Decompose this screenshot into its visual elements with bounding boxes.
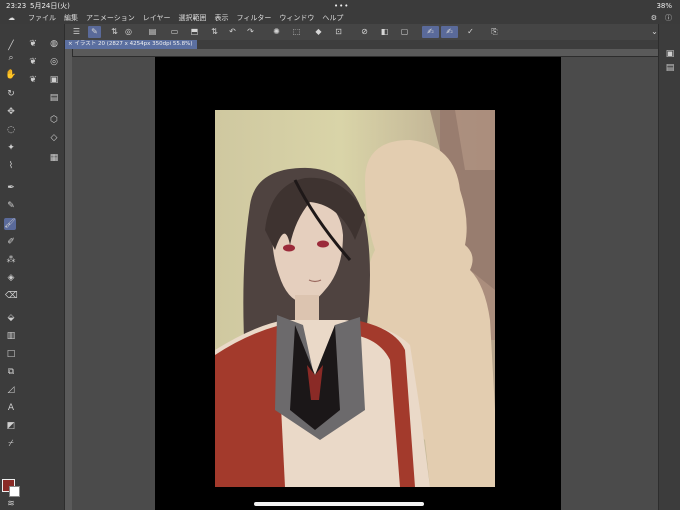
ios-status-bar: 23:23 5月24日(火) ••• 38% xyxy=(0,0,680,12)
eraser-icon[interactable]: ⌫ xyxy=(5,290,18,302)
new-file-icon[interactable]: ▤ xyxy=(146,26,159,38)
correct-line-icon[interactable]: ⌿ xyxy=(5,438,17,450)
sub-tool-2-icon[interactable]: ❦ xyxy=(27,56,39,68)
transparent-color-icon[interactable]: ≋ xyxy=(5,498,17,510)
blend-icon[interactable]: ◈ xyxy=(5,272,17,284)
sub-view-icon[interactable]: ▤ xyxy=(664,62,676,74)
undo-icon[interactable]: ↶ xyxy=(226,26,239,38)
sub-tool-1-icon[interactable]: ❦ xyxy=(27,38,39,50)
eyedropper-icon[interactable]: ⌇ xyxy=(5,160,17,172)
color-wheel-icon[interactable]: ▣ xyxy=(48,74,60,86)
sub-tool-palette: ❦ ❦ ❦ ◍ ◎ ▣ ▤ ⬡ ◇ ▦ xyxy=(22,24,65,510)
sub-tool-3-icon[interactable]: ❦ xyxy=(27,74,39,86)
menu-edit[interactable]: 編集 xyxy=(64,12,78,24)
save-icon[interactable]: ⬒ xyxy=(188,26,201,38)
ruler-snap-icon[interactable]: ✓ xyxy=(464,26,477,38)
tool-property-icon[interactable]: ◍ xyxy=(48,38,60,50)
art-eye-left xyxy=(283,244,295,252)
document-tab[interactable]: × イラスト 20 (2827 x 4254px 350dpi 55.8%) xyxy=(64,40,197,49)
menu-selection[interactable]: 選択範囲 xyxy=(179,12,207,24)
pen-tool-icon[interactable]: ╱ xyxy=(5,40,17,52)
balloon-icon[interactable]: ◩ xyxy=(5,420,17,432)
magic-wand-icon[interactable]: ✦ xyxy=(5,142,17,154)
pen-pressure-icon[interactable]: ✍ xyxy=(422,26,439,38)
hand-icon[interactable]: ✋ xyxy=(5,69,17,81)
document-tab-bar: × イラスト 20 (2827 x 4254px 350dpi 55.8%) xyxy=(64,40,658,49)
clock: 23:23 xyxy=(6,2,27,10)
art-robe-red-left xyxy=(215,326,285,487)
menu-filter[interactable]: フィルター xyxy=(237,12,272,24)
art-eye-right xyxy=(317,240,329,248)
decoration-icon[interactable]: ⁂ xyxy=(5,254,17,266)
frame-icon[interactable]: ⧉ xyxy=(5,366,17,378)
stepper-icon[interactable]: ⇅ xyxy=(108,26,121,38)
clip-studio-icon[interactable]: ☁ xyxy=(8,12,15,24)
date: 5月24日(火) xyxy=(30,2,70,10)
tool-palette: ╱ ⌕ ✋ ↻ ✥ ◌ ✦ ⌇ ✒ ✎ 🖌 ✐ ⁂ ◈ ⌫ ⬙ ▥ □ ⧉ ◿ … xyxy=(0,24,23,510)
transform-icon[interactable]: ⬚ xyxy=(290,26,303,38)
select-none-icon[interactable]: ⊘ xyxy=(358,26,371,38)
airbrush-icon[interactable]: ✐ xyxy=(5,236,17,248)
layer-property-icon[interactable]: ⬡ xyxy=(48,114,60,126)
menu-view[interactable]: 表示 xyxy=(215,12,229,24)
layer-icon[interactable]: ◇ xyxy=(48,132,60,144)
command-bar: ☰ ✎ ⇅ ◎ ▤ ▭ ⬒ ⇅ ↶ ↷ ✺ ⬚ ◆ ⊡ ⊘ ◧ ▢ ✍ ✍ ✓ … xyxy=(64,24,680,41)
zoom-icon[interactable]: ⌕ xyxy=(5,52,17,64)
crop-icon[interactable]: ⊡ xyxy=(332,26,345,38)
menu-window[interactable]: ウィンドウ xyxy=(279,12,314,24)
rotate-icon[interactable]: ↻ xyxy=(5,88,17,100)
fill-bucket-icon[interactable]: ◆ xyxy=(312,26,325,38)
brush-size-icon[interactable]: ◎ xyxy=(48,56,60,68)
settings-icon[interactable]: ⚙ xyxy=(651,12,657,24)
battery-indicator: 38% xyxy=(656,2,672,10)
right-panel-bar: ▣ ▤ xyxy=(658,24,680,510)
invert-selection-icon[interactable]: ◧ xyxy=(378,26,391,38)
menu-layer[interactable]: レイヤー xyxy=(143,12,171,24)
pen-icon[interactable]: ✒ xyxy=(5,182,17,194)
clear-icon[interactable]: ✺ xyxy=(270,26,283,38)
stepper2-icon[interactable]: ⇅ xyxy=(208,26,221,38)
sub-color-swatch[interactable] xyxy=(9,486,20,497)
brush-icon[interactable]: 🖌 xyxy=(4,218,16,230)
lasso-icon[interactable]: ◌ xyxy=(5,124,17,136)
info-icon[interactable]: ⓘ xyxy=(665,12,672,24)
camera-icon[interactable]: ◎ xyxy=(122,26,135,38)
figure-icon[interactable]: □ xyxy=(5,348,17,360)
color-set-icon[interactable]: ▤ xyxy=(48,92,60,104)
menu-help[interactable]: ヘルプ xyxy=(322,12,343,24)
text-icon[interactable]: A xyxy=(5,402,17,414)
gradient-icon[interactable]: ▥ xyxy=(5,330,17,342)
menu-animation[interactable]: アニメーション xyxy=(86,12,135,24)
material-icon[interactable]: ▦ xyxy=(48,152,60,164)
multitasking-dots[interactable]: ••• xyxy=(334,0,349,12)
brush-tool-icon[interactable]: ✎ xyxy=(88,26,101,38)
ios-home-indicator[interactable] xyxy=(254,502,424,506)
selection-area-icon[interactable]: ▢ xyxy=(398,26,411,38)
menu-file[interactable]: ファイル xyxy=(28,12,56,24)
stabilizer-icon[interactable]: ✍ xyxy=(441,26,458,38)
open-folder-icon[interactable]: ▭ xyxy=(168,26,181,38)
redo-icon[interactable]: ↷ xyxy=(244,26,257,38)
ruler-icon[interactable]: ◿ xyxy=(5,384,17,396)
move-icon[interactable]: ✥ xyxy=(5,106,17,118)
pencil-icon[interactable]: ✎ xyxy=(5,200,17,212)
artwork-canvas[interactable] xyxy=(215,110,495,487)
horizontal-ruler xyxy=(72,49,658,57)
quick-access-icon[interactable]: ⎘ xyxy=(488,26,501,38)
navigator-icon[interactable]: ▣ xyxy=(664,48,676,60)
fill-icon[interactable]: ⬙ xyxy=(5,312,17,324)
menu-bar: ☁ ファイル 編集 アニメーション レイヤー 選択範囲 表示 フィルター ウィン… xyxy=(0,12,680,24)
menu-icon[interactable]: ☰ xyxy=(70,26,83,38)
